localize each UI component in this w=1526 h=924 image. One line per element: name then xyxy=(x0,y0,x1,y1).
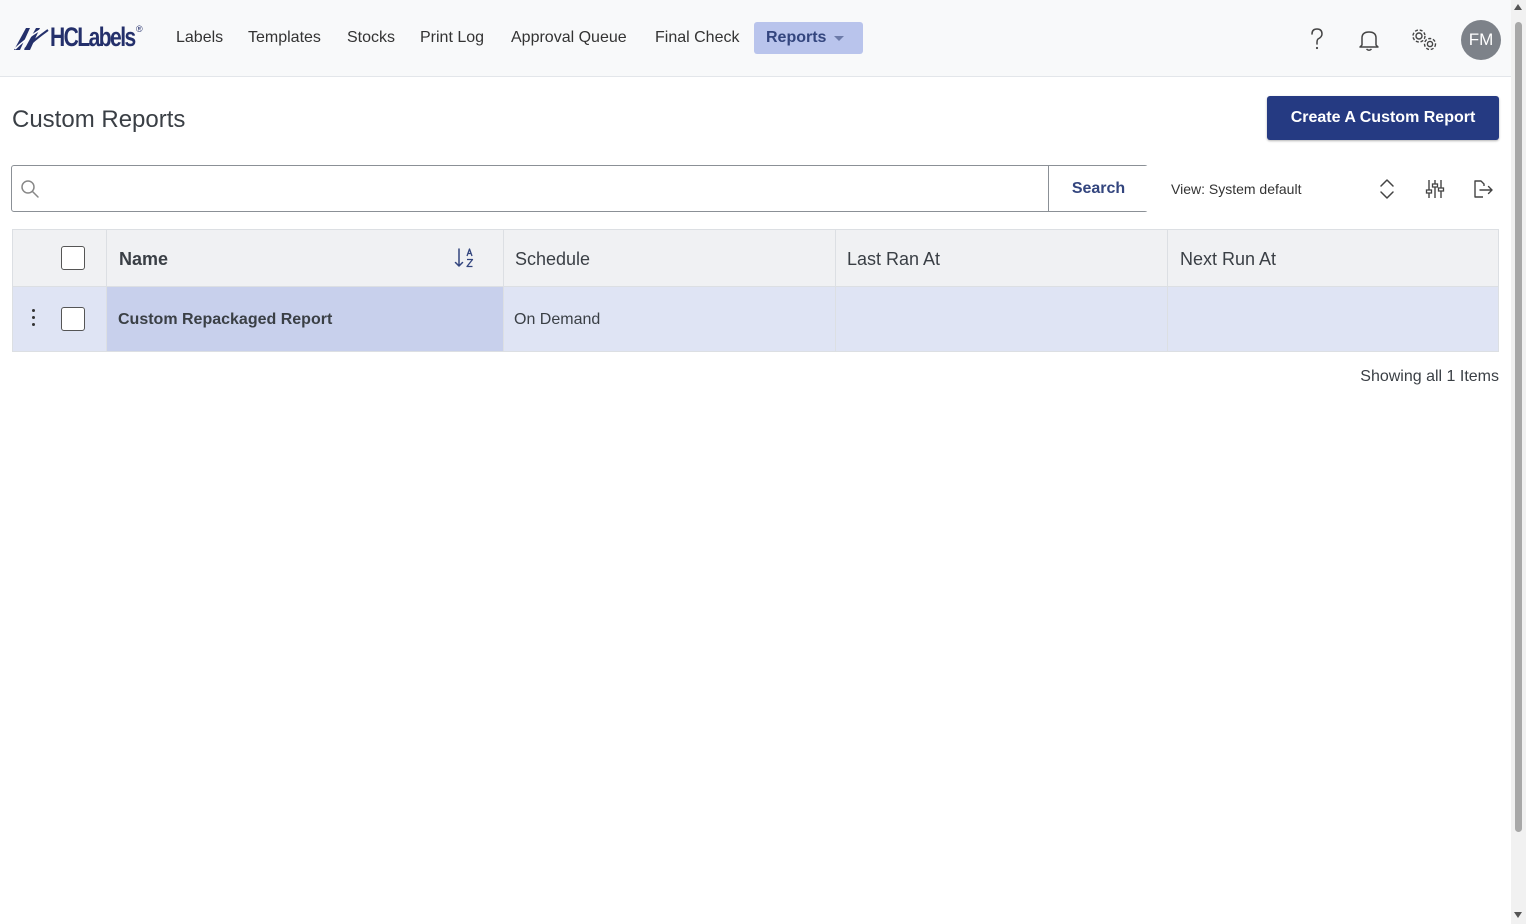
bell-icon xyxy=(1359,31,1379,51)
row-schedule: On Demand xyxy=(514,311,601,328)
page-title: Custom Reports xyxy=(12,106,186,133)
search-bar: Search xyxy=(11,165,1148,212)
view-selector-label[interactable]: View: System default xyxy=(1171,180,1301,198)
nav-reports-dropdown[interactable]: Reports xyxy=(754,22,863,54)
help-icon xyxy=(1311,28,1323,50)
scroll-thumb[interactable] xyxy=(1515,22,1522,832)
nav-approval-queue[interactable]: Approval Queue xyxy=(511,28,627,48)
column-divider xyxy=(106,230,107,351)
table-row[interactable]: Custom Repackaged Report On Demand xyxy=(13,287,1498,351)
reports-table: Name Schedule Last Ran At Next Run At Cu… xyxy=(12,229,1499,352)
logo-mark-icon xyxy=(14,28,49,50)
nav-templates[interactable]: Templates xyxy=(248,28,321,48)
row-name[interactable]: Custom Repackaged Report xyxy=(118,310,332,330)
column-header-schedule[interactable]: Schedule xyxy=(515,248,590,270)
scroll-down-icon[interactable] xyxy=(1514,912,1522,918)
search-button[interactable]: Search xyxy=(1048,166,1148,211)
page-scrollbar[interactable] xyxy=(1511,0,1526,924)
row-actions-kebab-icon[interactable] xyxy=(30,309,36,329)
settings-button[interactable] xyxy=(1410,26,1440,54)
search-icon xyxy=(21,180,39,198)
settings-icon xyxy=(1412,29,1437,51)
brand-name: HCLabels xyxy=(50,21,136,52)
items-count: Showing all 1 Items xyxy=(1360,368,1499,385)
user-avatar[interactable]: FM xyxy=(1461,20,1501,60)
chevron-up-down-icon xyxy=(1380,179,1394,199)
sliders-icon xyxy=(1425,180,1445,198)
select-all-checkbox[interactable] xyxy=(61,246,85,270)
search-input[interactable] xyxy=(52,172,1042,205)
row-checkbox[interactable] xyxy=(61,307,85,331)
sort-name-button[interactable] xyxy=(453,246,477,270)
help-button[interactable] xyxy=(1304,26,1330,52)
column-settings-button[interactable] xyxy=(1423,177,1447,201)
nav-final-check[interactable]: Final Check xyxy=(655,28,739,48)
nav-reports-label: Reports xyxy=(766,29,827,46)
nav-print-log[interactable]: Print Log xyxy=(420,28,484,48)
sort-alpha-icon xyxy=(454,248,474,268)
caret-down-icon xyxy=(834,36,844,41)
export-icon xyxy=(1474,180,1493,198)
column-header-name[interactable]: Name xyxy=(119,248,168,270)
column-header-next-run-at[interactable]: Next Run At xyxy=(1180,248,1276,270)
notifications-button[interactable] xyxy=(1356,27,1382,53)
column-header-last-ran-at[interactable]: Last Ran At xyxy=(847,248,940,270)
column-divider xyxy=(1167,230,1168,351)
column-divider xyxy=(503,230,504,351)
column-divider xyxy=(835,230,836,351)
view-selector-toggle[interactable] xyxy=(1376,177,1398,201)
user-initials: FM xyxy=(1468,30,1494,49)
nav-stocks[interactable]: Stocks xyxy=(347,28,395,48)
scroll-up-icon[interactable] xyxy=(1514,4,1522,10)
top-navbar: HCLabels ® Labels Templates Stocks Print… xyxy=(0,0,1511,77)
nav-labels[interactable]: Labels xyxy=(176,28,223,48)
export-button[interactable] xyxy=(1471,177,1495,201)
table-header: Name Schedule Last Ran At Next Run At xyxy=(13,230,1498,287)
registered-mark: ® xyxy=(136,24,143,34)
create-custom-report-button[interactable]: Create A Custom Report xyxy=(1267,96,1499,140)
